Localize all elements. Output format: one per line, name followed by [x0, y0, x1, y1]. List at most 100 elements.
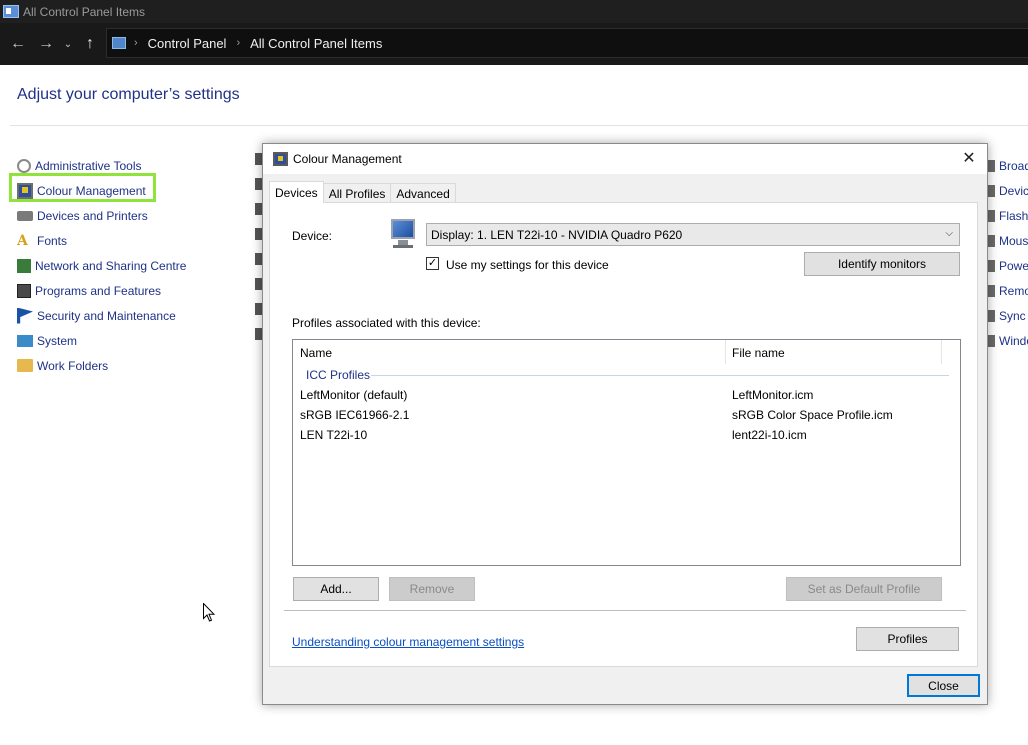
cp-item-label: Network and Sharing Centre	[35, 258, 187, 273]
cp-item-label: Broad	[999, 158, 1028, 173]
cp-item-administrative-tools[interactable]: Administrative Tools	[17, 153, 186, 178]
cp-item-label: Administrative Tools	[35, 158, 142, 173]
column-header-name[interactable]: Name	[300, 346, 332, 360]
panel-divider	[284, 610, 966, 611]
cp-item-partial[interactable]: Remo	[985, 278, 1028, 303]
profiles-button[interactable]: Profiles	[856, 627, 959, 651]
cp-item-partial[interactable]: Windo	[985, 328, 1028, 353]
device-select[interactable]: Display: 1. LEN T22i-10 - NVIDIA Quadro …	[426, 223, 960, 246]
colour-management-icon	[17, 182, 33, 199]
cp-item-partial[interactable]: Broad	[985, 153, 1028, 178]
table-row[interactable]: LEN T22i-10 lent22i-10.icm	[293, 426, 960, 446]
device-label: Device:	[292, 229, 333, 243]
cp-item-label: Device	[999, 183, 1028, 198]
identify-monitors-button[interactable]: Identify monitors	[804, 252, 960, 276]
heading-divider	[10, 125, 1028, 126]
breadcrumb-separator-icon: ›	[134, 37, 138, 49]
close-button[interactable]: Close	[907, 674, 980, 697]
cp-item-label: Devices and Printers	[37, 208, 148, 223]
breadcrumb-separator-icon: ›	[236, 37, 241, 49]
control-panel-icon	[3, 5, 19, 18]
monitor-screen	[391, 219, 415, 239]
table-row[interactable]: sRGB IEC61966-2.1 sRGB Color Space Profi…	[293, 406, 960, 426]
cp-item-label: Colour Management	[37, 183, 146, 198]
cp-item-label: Sync C	[999, 308, 1028, 323]
column-separator[interactable]	[725, 340, 726, 364]
column-separator[interactable]	[941, 340, 942, 364]
profile-name: sRGB IEC61966-2.1	[300, 408, 410, 422]
window-titlebar: All Control Panel Items	[0, 0, 1028, 23]
profiles-listview[interactable]: Name File name ICC Profiles LeftMonitor …	[292, 339, 961, 566]
forward-arrow-icon[interactable]: →	[32, 35, 60, 53]
close-icon[interactable]: ✕	[959, 149, 979, 169]
breadcrumb-all-items[interactable]: All Control Panel Items	[250, 36, 382, 51]
cp-item-label: Power	[999, 258, 1028, 273]
monitor-icon	[389, 219, 417, 251]
table-row[interactable]: LeftMonitor (default) LeftMonitor.icm	[293, 386, 960, 406]
profile-file: LeftMonitor.icm	[732, 388, 814, 402]
tab-devices[interactable]: Devices	[269, 181, 324, 203]
right-column-items: Broad Device Flash Mous Power Remo Sync …	[985, 153, 1028, 353]
control-panel-icon	[112, 37, 126, 49]
cp-item-label: System	[37, 333, 78, 348]
cp-item-network-and-sharing[interactable]: Network and Sharing Centre	[17, 253, 186, 278]
cp-item-fonts[interactable]: A Fonts	[17, 228, 186, 253]
monitor-base	[393, 245, 413, 248]
cp-item-colour-management[interactable]: Colour Management	[17, 178, 186, 203]
set-default-profile-button[interactable]: Set as Default Profile	[786, 577, 942, 601]
back-arrow-icon[interactable]: ←	[4, 35, 32, 53]
cp-item-programs-and-features[interactable]: Programs and Features	[17, 278, 186, 303]
devices-tab-panel: Device: Display: 1. LEN T22i-10 - NVIDIA…	[269, 202, 978, 667]
cp-item-partial[interactable]: Power	[985, 253, 1028, 278]
cp-item-label: Work Folders	[37, 358, 109, 373]
mouse-cursor-icon	[203, 603, 215, 622]
add-profile-button[interactable]: Add...	[293, 577, 379, 601]
profile-file: lent22i-10.icm	[732, 428, 807, 442]
cp-item-partial[interactable]: Sync C	[985, 303, 1028, 328]
programs-icon	[17, 283, 31, 298]
cp-item-partial[interactable]: Mous	[985, 228, 1028, 253]
security-flag-icon	[17, 307, 33, 324]
recent-locations-chevron-icon[interactable]: ⌄	[60, 39, 76, 50]
use-settings-checkbox[interactable]: ✓	[426, 257, 439, 270]
dialog-title: Colour Management	[293, 152, 402, 166]
page-title: Adjust your computer’s settings	[17, 86, 240, 103]
devices-printers-icon	[17, 210, 33, 221]
cp-item-partial[interactable]: Device	[985, 178, 1028, 203]
profiles-associated-label: Profiles associated with this device:	[292, 316, 481, 330]
understanding-colour-management-link[interactable]: Understanding colour management settings	[292, 635, 524, 649]
network-icon	[17, 258, 31, 273]
cp-item-label: Windo	[999, 333, 1028, 348]
address-field[interactable]: › Control Panel › All Control Panel Item…	[106, 28, 1028, 58]
column-header-file-name[interactable]: File name	[732, 346, 785, 360]
control-panel-items: Administrative Tools Colour Management D…	[17, 153, 186, 378]
group-header-icc-profiles[interactable]: ICC Profiles	[306, 368, 370, 382]
system-icon	[17, 334, 33, 347]
chevron-down-icon: ⌵	[945, 228, 953, 239]
tab-advanced[interactable]: Advanced	[390, 183, 456, 203]
profile-file: sRGB Color Space Profile.icm	[732, 408, 893, 422]
cp-item-label: Programs and Features	[35, 283, 162, 298]
profile-name: LEN T22i-10	[300, 428, 368, 442]
cp-item-devices-and-printers[interactable]: Devices and Printers	[17, 203, 186, 228]
colour-management-icon	[273, 152, 288, 166]
breadcrumb-control-panel[interactable]: Control Panel	[148, 36, 227, 51]
window-title: All Control Panel Items	[23, 4, 146, 19]
listview-header: Name File name	[293, 340, 960, 364]
profile-name: LeftMonitor (default)	[300, 388, 408, 402]
tab-all-profiles[interactable]: All Profiles	[322, 183, 392, 203]
cp-item-system[interactable]: System	[17, 328, 186, 353]
colour-management-dialog: Colour Management ✕ Devices All Profiles…	[262, 143, 988, 705]
up-arrow-icon[interactable]: ↑	[76, 35, 104, 53]
navigation-bar: ← → ⌄ ↑ › Control Panel › All Control Pa…	[0, 23, 1028, 65]
cp-item-partial[interactable]: Flash	[985, 203, 1028, 228]
dialog-tabs: Devices All Profiles Advanced	[269, 181, 456, 203]
work-folders-icon	[17, 359, 33, 372]
cp-item-work-folders[interactable]: Work Folders	[17, 353, 186, 378]
use-settings-label: Use my settings for this device	[446, 258, 609, 272]
remove-profile-button[interactable]: Remove	[389, 577, 475, 601]
group-divider	[371, 375, 949, 376]
cp-item-label: Security and Maintenance	[37, 308, 176, 323]
cp-item-security-and-maintenance[interactable]: Security and Maintenance	[17, 303, 186, 328]
device-select-value: Display: 1. LEN T22i-10 - NVIDIA Quadro …	[431, 227, 683, 242]
